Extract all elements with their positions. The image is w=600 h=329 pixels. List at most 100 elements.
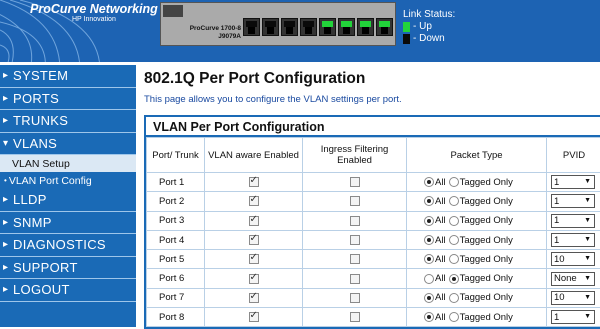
packet-type-tagged-radio[interactable]	[449, 312, 459, 322]
sidebar-item-vlans[interactable]: ▾VLANS	[0, 133, 136, 156]
pvid-select[interactable]: 1▼	[551, 310, 595, 324]
submenu-item-label: VLAN Setup	[12, 158, 70, 170]
vlan-aware-checkbox[interactable]	[249, 254, 259, 264]
pvid-select[interactable]: None▼	[551, 272, 595, 286]
sidebar-item-ports[interactable]: ▸PORTS	[0, 88, 136, 111]
col-packet-type: Packet Type	[407, 138, 547, 173]
ingress-filter-cell	[303, 173, 407, 192]
ingress-filter-cell	[303, 288, 407, 307]
switch-port-strip	[243, 18, 393, 42]
chevron-right-icon: ▸	[3, 217, 13, 228]
port-name-cell: Port 2	[147, 192, 205, 211]
sidebar-item-trunks[interactable]: ▸TRUNKS	[0, 110, 136, 133]
packet-type-all-radio[interactable]	[424, 216, 434, 226]
switch-model-name: ProCurve 1700-8	[183, 25, 241, 33]
table-row: Port 2 All Tagged Only 1▼	[147, 192, 600, 211]
col-port: Port/ Trunk	[147, 138, 205, 173]
switch-model: ProCurve 1700-8 J9079A	[183, 25, 241, 41]
packet-type-all-radio[interactable]	[424, 254, 434, 264]
vlan-aware-checkbox[interactable]	[249, 216, 259, 226]
packet-type-all-radio[interactable]	[424, 235, 434, 245]
link-down-swatch-icon	[403, 34, 410, 44]
table-row: Port 3 AllTagged Only 1▼	[147, 211, 600, 230]
vlan-aware-checkbox[interactable]	[249, 235, 259, 245]
vlan-aware-checkbox[interactable]	[249, 312, 259, 322]
switch-port-8-icon	[376, 18, 393, 36]
legend-down-label: - Down	[413, 33, 445, 45]
chevron-right-icon: ▸	[3, 70, 13, 81]
link-status-label: Link Status:	[403, 9, 455, 21]
ingress-filter-checkbox[interactable]	[350, 196, 360, 206]
pvid-select-value: None	[554, 273, 577, 284]
pvid-select-value: 1	[554, 177, 559, 188]
packet-type-all-radio[interactable]	[424, 293, 434, 303]
ingress-filter-checkbox[interactable]	[350, 293, 360, 303]
packet-type-all-radio[interactable]	[424, 177, 434, 187]
chevron-right-icon: ▸	[3, 115, 13, 126]
ingress-filter-checkbox[interactable]	[350, 274, 360, 284]
sidebar-item-support[interactable]: ▸SUPPORT	[0, 257, 136, 280]
ingress-filter-checkbox[interactable]	[350, 216, 360, 226]
vlan-aware-checkbox[interactable]	[249, 274, 259, 284]
switch-port-5-icon	[319, 18, 336, 36]
sidebar-item-system[interactable]: ▸SYSTEM	[0, 65, 136, 88]
packet-type-tagged-label: Tagged Only	[460, 254, 513, 265]
pvid-select[interactable]: 10▼	[551, 252, 595, 266]
ingress-filter-checkbox[interactable]	[350, 177, 360, 187]
table-header-row: Port/ Trunk VLAN aware Enabled Ingress F…	[147, 138, 600, 173]
chevron-right-icon: ▸	[3, 194, 13, 205]
packet-type-tagged-radio[interactable]	[449, 196, 459, 206]
switch-port-2-icon	[262, 18, 279, 36]
port-jack-icon	[343, 27, 350, 34]
chevron-down-icon: ▾	[3, 138, 13, 149]
legend-up-label: - Up	[413, 21, 432, 33]
packet-type-cell: AllTagged Only	[407, 269, 547, 288]
submenu-item-vlan-port-config[interactable]: •VLAN Port Config	[0, 172, 136, 189]
page-title: 802.1Q Per Port Configuration	[144, 70, 600, 88]
packet-type-all-radio[interactable]	[424, 312, 434, 322]
packet-type-all-label: All	[435, 196, 446, 207]
packet-type-tagged-radio[interactable]	[449, 293, 459, 303]
packet-type-all-radio[interactable]	[424, 196, 434, 206]
pvid-select[interactable]: 1▼	[551, 194, 595, 208]
packet-type-tagged-label: Tagged Only	[460, 196, 513, 207]
vlans-submenu: VLAN Setup •VLAN Port Config	[0, 155, 136, 189]
submenu-item-vlan-setup[interactable]: VLAN Setup	[0, 155, 136, 172]
ingress-filter-checkbox[interactable]	[350, 235, 360, 245]
packet-type-tagged-radio[interactable]	[449, 274, 459, 284]
chevron-down-icon: ▼	[584, 313, 591, 320]
pvid-select[interactable]: 1▼	[551, 233, 595, 247]
packet-type-tagged-radio[interactable]	[449, 254, 459, 264]
sidebar-item-logout[interactable]: ▸LOGOUT	[0, 279, 136, 302]
packet-type-cell: AllTagged Only	[407, 211, 547, 230]
sidebar-item-snmp[interactable]: ▸SNMP	[0, 212, 136, 235]
packet-type-tagged-radio[interactable]	[449, 177, 459, 187]
chevron-right-icon: ▸	[3, 262, 13, 273]
port-name-cell: Port 5	[147, 250, 205, 269]
switch-port-3-icon	[281, 18, 298, 36]
packet-type-all-label: All	[435, 292, 446, 303]
vlan-aware-cell	[205, 250, 303, 269]
packet-type-tagged-radio[interactable]	[449, 216, 459, 226]
pvid-select[interactable]: 1▼	[551, 175, 595, 189]
port-jack-icon	[286, 27, 293, 34]
sidebar-item-lldp[interactable]: ▸LLDP	[0, 189, 136, 212]
legend-down-row: - Down	[403, 33, 455, 45]
port-name-cell: Port 3	[147, 211, 205, 230]
packet-type-all-radio[interactable]	[424, 274, 434, 284]
sidebar-item-label: SYSTEM	[13, 68, 68, 83]
packet-type-cell: AllTagged Only	[407, 173, 547, 192]
ingress-filter-checkbox[interactable]	[350, 254, 360, 264]
packet-type-cell: AllTagged Only	[407, 308, 547, 327]
packet-type-tagged-radio[interactable]	[449, 235, 459, 245]
chevron-down-icon: ▼	[584, 197, 591, 204]
ingress-filter-cell	[303, 230, 407, 249]
vlan-aware-checkbox[interactable]	[249, 177, 259, 187]
vlan-aware-checkbox[interactable]	[249, 293, 259, 303]
vlan-aware-checkbox[interactable]	[249, 196, 259, 206]
pvid-select[interactable]: 10▼	[551, 291, 595, 305]
pvid-select[interactable]: 1▼	[551, 214, 595, 228]
packet-type-tagged-label: Tagged Only	[460, 235, 513, 246]
ingress-filter-checkbox[interactable]	[350, 312, 360, 322]
sidebar-item-diagnostics[interactable]: ▸DIAGNOSTICS	[0, 234, 136, 257]
